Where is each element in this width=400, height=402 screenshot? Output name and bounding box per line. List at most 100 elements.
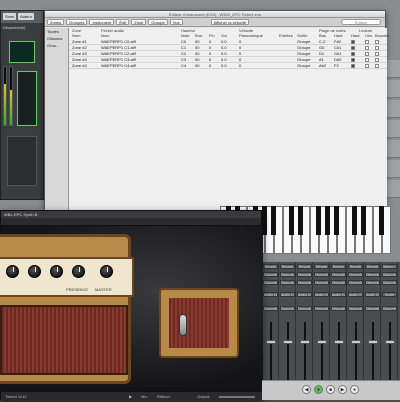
zone-menu[interactable]: Zone (131, 19, 147, 25)
sidebar-item[interactable]: Glissons (45, 35, 68, 42)
zones-button[interactable]: Zones (47, 19, 65, 25)
instrument-menu[interactable]: Instrument (89, 19, 115, 25)
record-icon[interactable]: ● (350, 385, 359, 394)
master-knob[interactable] (100, 265, 113, 278)
fader-handle[interactable] (351, 340, 361, 344)
fader-handle[interactable] (300, 340, 310, 344)
column-header[interactable]: Nom (72, 33, 80, 38)
speaker-cabinet[interactable] (159, 288, 239, 358)
routing-slot[interactable]: Disponible (382, 306, 397, 311)
column-header[interactable]: Panoramique (239, 33, 263, 38)
black-key[interactable] (298, 206, 303, 235)
output-slot[interactable]: Audio 19 (280, 292, 295, 297)
black-key[interactable] (289, 206, 294, 235)
black-key[interactable] (361, 206, 366, 235)
zone-checkbox[interactable] (365, 40, 369, 44)
output-slot[interactable]: Audio 21 (314, 292, 329, 297)
column-header[interactable]: Entrées (279, 33, 293, 38)
search-field[interactable]: Édition (341, 19, 381, 25)
black-key[interactable] (334, 206, 339, 235)
send-slot[interactable]: Réverb (297, 264, 312, 269)
output-slot[interactable]: Audio 24 (365, 292, 380, 297)
rewind-icon[interactable]: ◀ (302, 385, 311, 394)
routing-slot[interactable]: Disponible (348, 306, 363, 311)
insert-slot[interactable]: Disponible (314, 272, 329, 277)
insert-slot[interactable]: Disponible (297, 272, 312, 277)
insert-slot[interactable]: Disponible (297, 280, 312, 285)
zone-row[interactable]: Zone #4 WAEPERP1 C4.aiff C4 00 0 0.0 0 Groupe A#… (69, 63, 387, 69)
column-header[interactable]: Haut (351, 33, 359, 38)
routing-slot[interactable]: Disponible (297, 306, 312, 311)
send-slot[interactable]: Stereo Out (382, 264, 397, 269)
routing-slot[interactable]: Disponible (365, 306, 380, 311)
fader-handle[interactable] (368, 340, 378, 344)
column-header[interactable]: Sortie (297, 33, 307, 38)
play-button-icon[interactable]: ▶ (338, 385, 347, 394)
send-slot[interactable]: Réverb (331, 264, 346, 269)
insert-slot[interactable]: Disponible (331, 280, 346, 285)
column-header[interactable]: Fin (209, 33, 215, 38)
microphone-icon[interactable] (179, 314, 187, 336)
view-menu[interactable]: Vue (169, 19, 183, 25)
insert-slot[interactable]: Disponible (263, 280, 278, 285)
routing-slot[interactable]: Disponible (314, 306, 329, 311)
insert-slot[interactable]: Disponible (348, 280, 363, 285)
routing-slot[interactable]: Disponible (280, 306, 295, 311)
column-header[interactable]: Note (181, 33, 189, 38)
zone-checkbox[interactable] (375, 52, 379, 56)
insert-slot[interactable]: Disponible (331, 272, 346, 277)
presence-knob[interactable] (72, 265, 85, 278)
output-slot[interactable]: Audio 22 (331, 292, 346, 297)
zone-checkbox[interactable] (351, 40, 355, 44)
send-slot[interactable]: Réverb (263, 264, 278, 269)
column-header[interactable]: Boucles (375, 33, 389, 38)
zone-checkbox[interactable] (365, 58, 369, 62)
stop-icon[interactable]: ■ (326, 385, 335, 394)
output-slot[interactable]: Audio 20 (297, 292, 312, 297)
routing-slot[interactable]: Disponible (263, 306, 278, 311)
zone-checkbox[interactable] (375, 64, 379, 68)
black-key[interactable] (379, 206, 384, 235)
zone-checkbox[interactable] (375, 58, 379, 62)
sidebar-item[interactable]: Grou... (45, 42, 68, 49)
zone-checkbox[interactable] (351, 52, 355, 56)
output-slot[interactable]: Sortie (382, 292, 397, 297)
insert-slot[interactable]: Disponible (280, 280, 295, 285)
preset-menu[interactable]: Sons (3, 13, 17, 20)
group-menu[interactable]: Groupe (148, 19, 168, 25)
send-slot[interactable]: Réverb (348, 264, 363, 269)
black-key[interactable] (316, 206, 321, 235)
black-key[interactable] (271, 206, 276, 235)
column-header[interactable]: Nom (101, 33, 109, 38)
zone-checkbox[interactable] (351, 46, 355, 50)
knob[interactable] (6, 265, 19, 278)
groups-button[interactable]: Groupes (66, 19, 88, 25)
zone-checkbox[interactable] (365, 46, 369, 50)
insert-slot[interactable]: Disponible (314, 280, 329, 285)
output-slider[interactable] (219, 396, 255, 398)
zone-checkbox[interactable] (365, 52, 369, 56)
zone-checkbox[interactable] (375, 46, 379, 50)
mic-select[interactable]: Ribbon (157, 392, 170, 402)
fader-handle[interactable] (317, 340, 327, 344)
knob[interactable] (50, 265, 63, 278)
fader-handle[interactable] (334, 340, 344, 344)
black-key[interactable] (325, 206, 330, 235)
output-slot[interactable]: Audio 18 (263, 292, 278, 297)
fader-handle[interactable] (283, 340, 293, 344)
play-icon[interactable]: ▶ (129, 392, 132, 402)
zone-checkbox[interactable] (351, 58, 355, 62)
zone-checkbox[interactable] (375, 40, 379, 44)
column-header[interactable]: Bas (319, 33, 326, 38)
routing-slot[interactable]: Disponible (331, 306, 346, 311)
cabinet-select[interactable]: Tweed 1x12 (5, 392, 27, 402)
edit-menu[interactable]: Édit (116, 19, 130, 25)
insert-slot[interactable]: Disponible (365, 272, 380, 277)
insert-slot[interactable]: Disponible (348, 272, 363, 277)
insert-slot[interactable]: Disponible (382, 272, 397, 277)
output-slot[interactable]: Audio 23 (348, 292, 363, 297)
insert-slot[interactable]: Disponible (382, 280, 397, 285)
column-header[interactable]: Vol. (221, 33, 228, 38)
zone-checkbox[interactable] (365, 64, 369, 68)
fader-handle[interactable] (266, 340, 276, 344)
